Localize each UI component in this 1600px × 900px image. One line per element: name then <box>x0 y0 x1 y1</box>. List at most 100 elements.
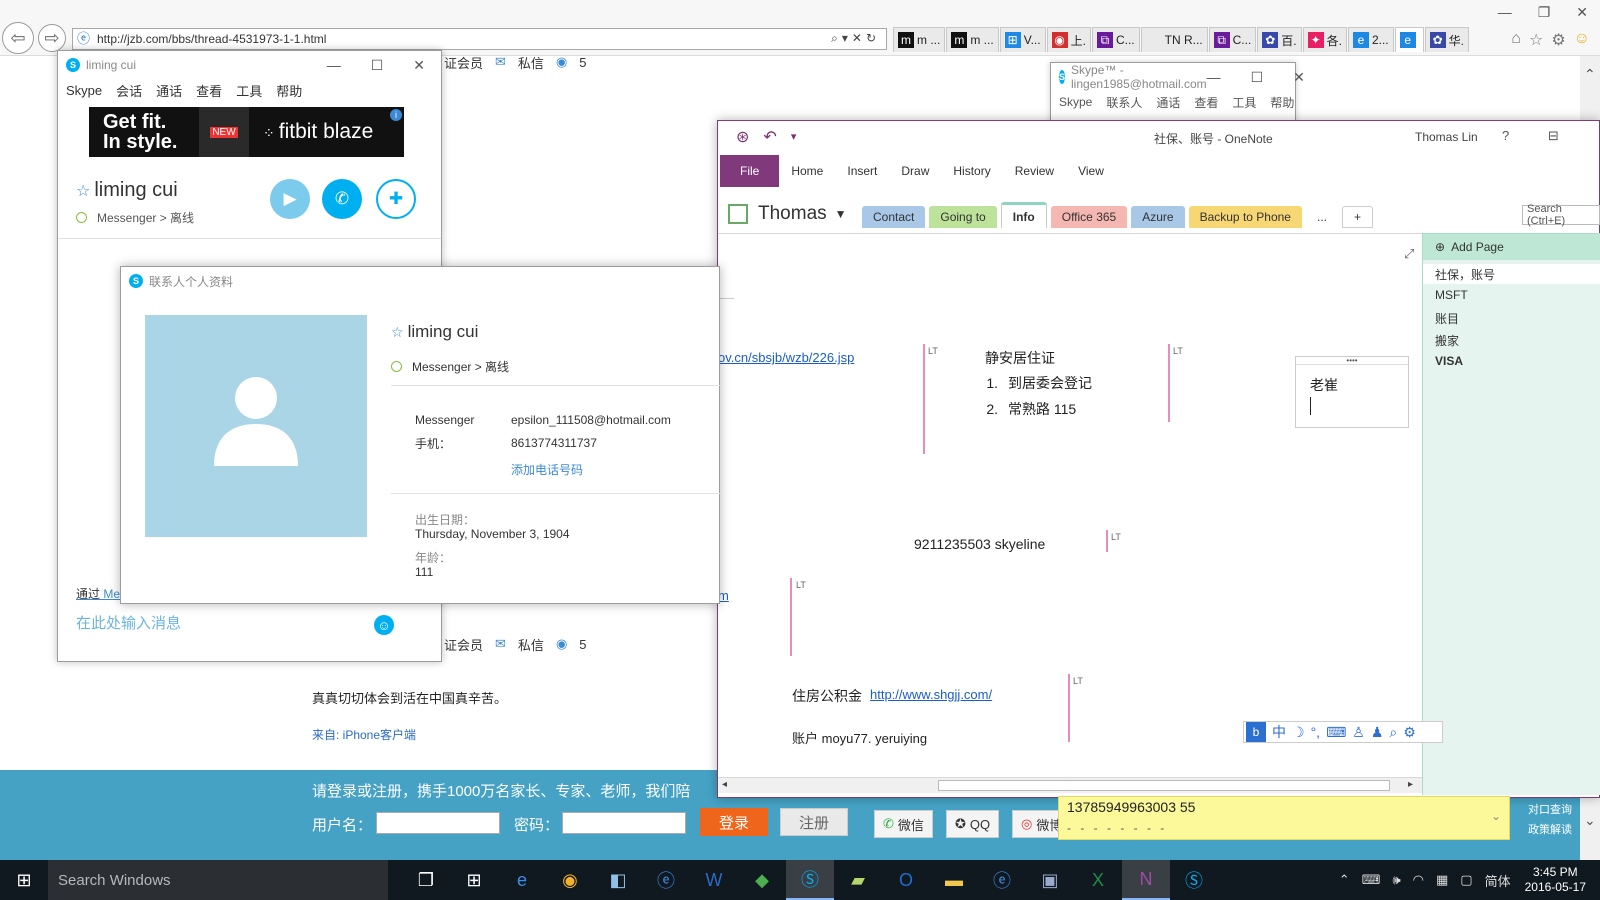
ime-label[interactable]: 简体 <box>1485 871 1511 890</box>
menu-item[interactable]: 帮助 <box>1270 94 1294 111</box>
notebook-selector[interactable]: Thomas ▼ <box>728 203 847 225</box>
ime-chinese-icon[interactable]: 中 <box>1272 722 1286 742</box>
favorite-star-icon[interactable]: ☆ <box>391 324 404 340</box>
ribbon-display-icon[interactable]: ⊟ <box>1548 128 1559 144</box>
menu-item[interactable]: 工具 <box>1232 94 1256 111</box>
ime-search-icon[interactable]: ⌕ <box>1389 724 1397 741</box>
minimize-icon[interactable]: — <box>1498 4 1512 21</box>
onenote-search-input[interactable]: Search (Ctrl+E) <box>1522 203 1600 227</box>
browser-tab[interactable]: e 2... <box>1347 27 1394 52</box>
menu-item[interactable]: 帮助 <box>276 81 302 100</box>
search-windows-box[interactable]: Search Windows <box>48 860 388 900</box>
network-icon[interactable]: ▦ <box>1436 872 1448 888</box>
maximize-icon[interactable]: ☐ <box>371 57 384 74</box>
close-icon[interactable]: ✕ <box>1576 4 1588 21</box>
page-list-item[interactable]: MSFT <box>1435 288 1468 302</box>
browser-tab[interactable]: e <box>1394 27 1424 52</box>
qq-login-button[interactable]: ✪ QQ <box>946 810 1000 838</box>
sticky-note[interactable]: 13785949963003 55 - - - - - - - - ⌄ <box>1058 796 1510 840</box>
scroll-down-icon[interactable]: ⌄ <box>1584 812 1596 829</box>
mail-icon[interactable]: ✉ <box>495 54 506 70</box>
policy-explain-link[interactable]: 政策解读 <box>1528 820 1572 840</box>
menu-item[interactable]: 工具 <box>236 81 262 100</box>
note-link-social-security[interactable]: ov.cn/sbsjb/wzb/226.jsp <box>718 350 854 365</box>
ime-user-icon[interactable]: ♟ <box>1371 724 1384 741</box>
sourcetree-app[interactable]: ◆ <box>738 860 786 900</box>
menu-item[interactable]: 联系人 <box>1106 94 1142 111</box>
section-tab[interactable]: Office 365 <box>1050 206 1128 228</box>
browser-tab[interactable]: ✿ 百. <box>1257 27 1302 52</box>
wifi-icon[interactable]: ◠ <box>1413 872 1424 888</box>
browser-tab[interactable]: TN R... <box>1140 27 1208 52</box>
menu-item[interactable]: 通话 <box>156 81 182 100</box>
browser-tab[interactable]: mm ... <box>893 27 946 52</box>
menu-item[interactable]: Skype <box>66 83 102 98</box>
tray-keyboard-icon[interactable]: ⌨ <box>1362 872 1381 888</box>
address-bar[interactable]: ⓔ http://jzb.com/bbs/thread-4531973-1-1.… <box>72 28 887 50</box>
ad-info-icon[interactable]: i <box>390 109 402 121</box>
menu-item[interactable]: 查看 <box>1194 94 1218 111</box>
section-tab[interactable]: Info <box>1000 202 1047 228</box>
mail-icon[interactable]: ✉ <box>495 636 506 652</box>
folder-app[interactable]: ▰ <box>834 860 882 900</box>
pm-link[interactable]: 私信 <box>518 53 544 72</box>
home-icon[interactable]: ⌂ <box>1511 30 1521 50</box>
wechat-login-button[interactable]: ✆ 微信 <box>874 810 933 838</box>
excel-app[interactable]: X <box>1074 860 1122 900</box>
customize-icon[interactable]: ▾ <box>791 130 797 147</box>
close-icon[interactable]: ✕ <box>413 57 425 74</box>
page-list-item[interactable]: 社保，账号 <box>1423 264 1600 284</box>
add-page-button[interactable]: ⊕ Add Page <box>1423 234 1600 260</box>
word-app[interactable]: W <box>690 860 738 900</box>
explorer-app[interactable]: ▬ <box>930 860 978 900</box>
outlook-app[interactable]: O <box>882 860 930 900</box>
add-phone-link[interactable]: 添加电话号码 <box>511 461 583 478</box>
section-tab[interactable]: Azure <box>1131 206 1185 228</box>
close-icon[interactable]: ✕ <box>1293 69 1305 86</box>
menu-item[interactable]: Skype <box>1059 95 1092 109</box>
ribbon-tab[interactable]: Home <box>779 155 835 187</box>
forward-button[interactable]: ⇨ <box>38 24 66 52</box>
start-button[interactable]: ⊞ <box>0 860 48 900</box>
ime-skin-icon[interactable]: ♙ <box>1352 724 1365 741</box>
ribbon-tab[interactable]: Draw <box>889 155 941 187</box>
tray-up-icon[interactable]: ⌃ <box>1339 872 1350 888</box>
housing-fund-link[interactable]: http://www.shgjj.com/ <box>870 687 992 702</box>
back-circle-icon[interactable]: ⊛ <box>736 127 749 147</box>
section-tab[interactable]: ... <box>1305 206 1338 228</box>
ie-app[interactable]: ⓔ <box>642 860 690 900</box>
volume-icon[interactable]: 🕪 <box>1392 872 1400 888</box>
help-button[interactable]: ? <box>1502 128 1509 143</box>
canvas-hscrollbar[interactable]: ◂ ▸ <box>718 777 1422 793</box>
task-view-button[interactable]: ❐ <box>402 860 450 900</box>
fitbit-ad-banner[interactable]: Get fit. In style. NEW ⁘ fitbit blaze i <box>89 107 404 157</box>
message-input[interactable]: 在此处输入消息 <box>76 599 424 643</box>
onenote-user[interactable]: Thomas Lin <box>1415 130 1478 144</box>
ribbon-tab[interactable]: Review <box>1003 155 1066 187</box>
undo-icon[interactable]: ↶ <box>763 127 776 147</box>
browser-tab[interactable]: ✿ 华. <box>1424 27 1469 52</box>
page-list-item[interactable]: VISA <box>1435 354 1463 368</box>
pm-link[interactable]: 私信 <box>518 635 544 654</box>
register-button[interactable]: 注册 <box>780 808 848 836</box>
ribbon-tab[interactable]: View <box>1066 155 1116 187</box>
menu-item[interactable]: 会话 <box>116 81 142 100</box>
forum-post-source[interactable]: 来自: iPhone客户端 <box>312 726 416 743</box>
emoticon-icon[interactable]: ☺ <box>374 615 394 635</box>
settings-gear-icon[interactable]: ⚙ <box>1551 30 1565 50</box>
browser-tab[interactable]: ⧉ C... <box>1091 27 1140 52</box>
ime-gear-icon[interactable]: ⚙ <box>1403 724 1416 741</box>
password-input[interactable] <box>562 812 686 834</box>
ime-logo-icon[interactable]: b <box>1246 722 1266 742</box>
restore-icon[interactable]: ❐ <box>1538 4 1551 21</box>
ribbon-tab[interactable]: File <box>720 155 780 187</box>
policy-query-link[interactable]: 对口查询 <box>1528 800 1572 820</box>
browser-tab[interactable]: ⊞ V... <box>999 27 1046 52</box>
minimize-icon[interactable]: — <box>1207 69 1221 86</box>
ribbon-tab[interactable]: History <box>941 155 1002 187</box>
ribbon-tab[interactable]: Insert <box>835 155 889 187</box>
skype2-app[interactable]: Ⓢ <box>1170 860 1218 900</box>
onenote-page-canvas[interactable]: ⤢ ov.cn/sbsjb/wzb/226.jsp LT 静安居住证 1. 到居委… <box>718 233 1422 773</box>
browser-tab[interactable]: mm ... <box>946 27 999 52</box>
login-button[interactable]: 登录 <box>700 808 768 836</box>
